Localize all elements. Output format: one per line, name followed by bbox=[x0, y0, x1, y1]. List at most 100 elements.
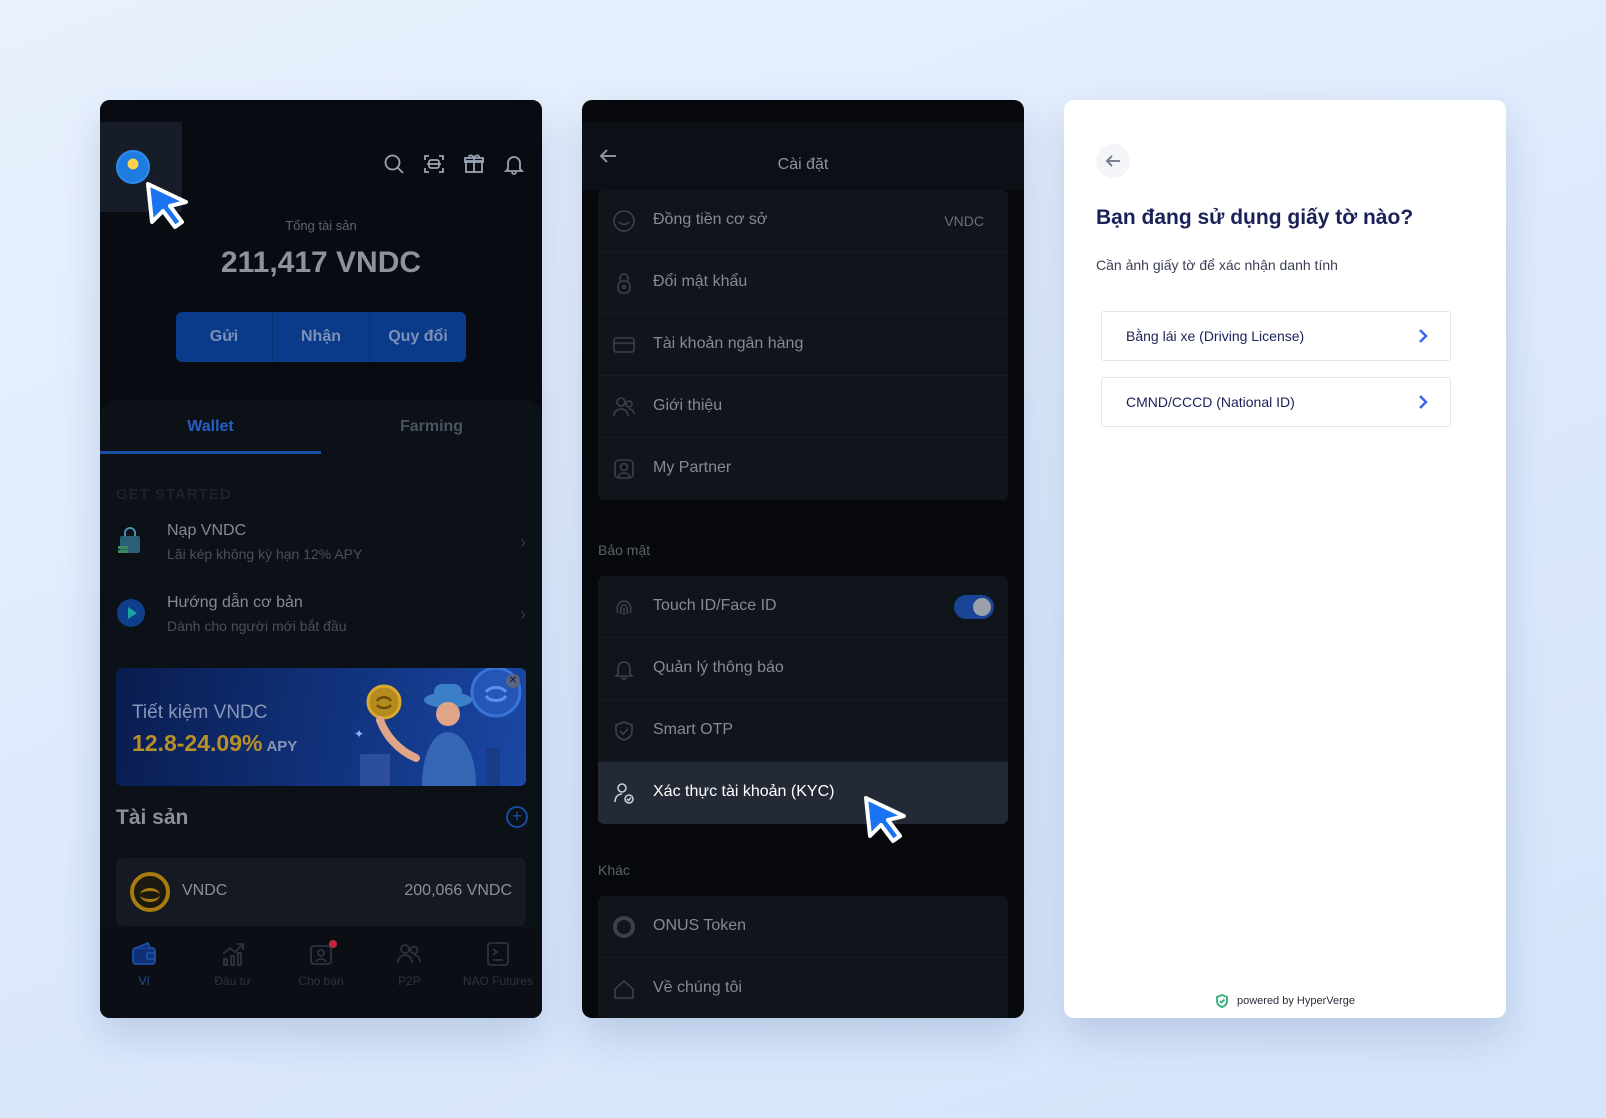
add-asset-icon[interactable]: + bbox=[506, 806, 528, 828]
national-id-option[interactable]: CMND/CCCD (National ID) bbox=[1101, 377, 1451, 427]
powered-by-text: powered by HyperVerge bbox=[1236, 995, 1355, 1007]
lock-icon bbox=[612, 271, 636, 295]
action-button-group: Gửi Nhận Quy đổi bbox=[176, 312, 466, 362]
bell-icon[interactable] bbox=[500, 150, 528, 178]
settings-item-label: Về chúng tôi bbox=[653, 979, 742, 996]
nav-label: NAO Futures bbox=[462, 974, 533, 988]
vndc-coin-icon bbox=[130, 872, 170, 912]
settings-item-kyc[interactable]: Xác thực tài khoản (KYC) bbox=[598, 762, 1008, 824]
chevron-right-icon: › bbox=[520, 604, 526, 624]
nav-label: P2P bbox=[398, 974, 421, 988]
avatar[interactable] bbox=[116, 150, 150, 184]
nav-for-you[interactable]: Cho bạn bbox=[277, 930, 365, 1018]
nav-label: Cho bạn bbox=[298, 974, 344, 988]
settings-item-my-partner[interactable]: My Partner bbox=[598, 438, 1008, 500]
settings-item-smart-otp[interactable]: Smart OTP bbox=[598, 700, 1008, 762]
cursor-pointer-icon bbox=[142, 180, 192, 230]
nav-p2p[interactable]: P2P bbox=[365, 930, 453, 1018]
settings-screen: Cài đặt Đồng tiền cơ sở VNDC Đổi mật khẩ… bbox=[582, 100, 1024, 1018]
tab-farming[interactable]: Farming bbox=[321, 414, 542, 454]
kyc-screen: Bạn đang sử dụng giấy tờ nào? Cần ảnh gi… bbox=[1064, 100, 1506, 1018]
total-assets-value: 211,417 VNDC bbox=[220, 246, 422, 279]
banner-rate-value: 12.8-24.09% bbox=[132, 730, 263, 756]
general-settings-group: Đồng tiền cơ sở VNDC Đổi mật khẩu Tài kh… bbox=[598, 190, 1008, 500]
settings-item-about-us[interactable]: Về chúng tôi bbox=[598, 958, 1008, 1018]
security-settings-group: Touch ID/Face ID Quản lý thông báo Smart… bbox=[598, 576, 1008, 824]
savings-banner[interactable]: ✦ Tiết kiệm VNDC 12.8-24.09% APY ✕ bbox=[116, 668, 526, 786]
settings-item-touch-id[interactable]: Touch ID/Face ID bbox=[598, 576, 1008, 638]
scan-icon[interactable] bbox=[420, 150, 448, 178]
exchange-button[interactable]: Quy đổi bbox=[369, 312, 466, 362]
referral-icon bbox=[612, 395, 636, 419]
shield-icon bbox=[612, 719, 636, 743]
back-arrow-icon[interactable] bbox=[1096, 144, 1130, 178]
cursor-pointer-icon bbox=[860, 794, 910, 844]
settings-item-referral[interactable]: Giới thiệu bbox=[598, 376, 1008, 438]
settings-item-label: Xác thực tài khoản (KYC) bbox=[653, 783, 835, 800]
page-subtitle: Cần ảnh giấy tờ để xác nhận danh tính bbox=[1096, 257, 1338, 273]
assets-title: Tài sản bbox=[116, 806, 189, 829]
card-icon bbox=[612, 333, 636, 357]
driving-license-option[interactable]: Bằng lái xe (Driving License) bbox=[1101, 311, 1451, 361]
shopping-bag-icon bbox=[116, 526, 146, 556]
gift-icon[interactable] bbox=[460, 150, 488, 178]
list-item-title: Nạp VNDC bbox=[167, 522, 247, 539]
settings-item-notifications[interactable]: Quản lý thông báo bbox=[598, 638, 1008, 700]
settings-item-change-password[interactable]: Đổi mật khẩu bbox=[598, 252, 1008, 314]
banner-rate: 12.8-24.09% APY bbox=[132, 730, 297, 757]
terminal-icon bbox=[486, 942, 509, 966]
nav-label: Đầu tư bbox=[214, 974, 251, 988]
nav-nao-futures[interactable]: NAO Futures bbox=[454, 930, 542, 1018]
fingerprint-icon bbox=[612, 595, 636, 619]
option-label: CMND/CCCD (National ID) bbox=[1126, 394, 1295, 410]
users-icon bbox=[397, 944, 422, 964]
banner-illustration: ✦ bbox=[346, 668, 526, 786]
settings-item-label: Touch ID/Face ID bbox=[653, 597, 777, 614]
chevron-right-icon bbox=[1416, 326, 1430, 346]
search-icon[interactable] bbox=[380, 150, 408, 178]
token-icon bbox=[612, 915, 636, 939]
option-label: Bằng lái xe (Driving License) bbox=[1126, 328, 1305, 344]
settings-item-label: Tài khoản ngân hàng bbox=[653, 335, 804, 352]
page-title: Cài đặt bbox=[777, 156, 829, 173]
asset-value: 200,066 VNDC bbox=[404, 882, 512, 899]
settings-item-base-currency[interactable]: Đồng tiền cơ sở VNDC bbox=[598, 190, 1008, 252]
other-settings-group: ONUS Token Về chúng tôi bbox=[598, 896, 1008, 1018]
wallet-icon bbox=[132, 941, 157, 965]
nav-invest[interactable]: Đầu tư bbox=[188, 930, 276, 1018]
banner-apy: APY bbox=[266, 738, 298, 755]
settings-item-label: Đồng tiền cơ sở bbox=[653, 211, 768, 228]
send-button[interactable]: Gửi bbox=[176, 312, 272, 362]
list-item-subtitle: Lãi kép không kỳ hạn 12% APY bbox=[167, 546, 363, 562]
partner-icon bbox=[612, 457, 636, 481]
list-item-subtitle: Dành cho người mới bắt đầu bbox=[167, 618, 347, 634]
bell-icon bbox=[612, 657, 636, 681]
asset-row[interactable]: VNDC 200,066 VNDC bbox=[116, 858, 526, 926]
tab-wallet[interactable]: Wallet bbox=[100, 414, 321, 454]
close-icon[interactable]: ✕ bbox=[506, 674, 520, 688]
page-title: Bạn đang sử dụng giấy tờ nào? bbox=[1096, 206, 1414, 229]
other-section-label: Khác bbox=[598, 862, 630, 878]
chart-icon bbox=[222, 943, 244, 966]
chevron-right-icon bbox=[1416, 392, 1430, 412]
powered-by-footer: powered by HyperVerge bbox=[1064, 994, 1506, 1008]
settings-item-label: My Partner bbox=[653, 459, 732, 476]
bottom-nav: Ví Đầu tư Cho bạn P2P NAO Futures bbox=[100, 930, 542, 1018]
settings-item-label: ONUS Token bbox=[653, 917, 747, 934]
settings-item-onus-token[interactable]: ONUS Token bbox=[598, 896, 1008, 958]
touch-id-toggle[interactable] bbox=[954, 595, 994, 619]
wallet-header: Tổng tài sản 211,417 VNDC Gửi Nhận Quy đ… bbox=[100, 100, 542, 400]
nav-label: Ví bbox=[138, 974, 150, 988]
nav-wallet[interactable]: Ví bbox=[100, 930, 188, 1018]
receive-button[interactable]: Nhận bbox=[272, 312, 369, 362]
list-item-deposit[interactable]: Nạp VNDC Lãi kép không kỳ hạn 12% APY › bbox=[116, 518, 526, 572]
list-item-guide[interactable]: Hướng dẫn cơ bản Dành cho người mới bắt … bbox=[116, 590, 526, 644]
svg-text:✦: ✦ bbox=[354, 727, 364, 741]
settings-item-label: Giới thiệu bbox=[653, 397, 723, 414]
coin-icon bbox=[612, 209, 636, 233]
user-check-icon bbox=[612, 781, 636, 805]
get-started-label: GET STARTED bbox=[116, 486, 232, 503]
wallet-tabs: Wallet Farming bbox=[100, 414, 542, 454]
banner-title: Tiết kiệm VNDC bbox=[132, 702, 268, 723]
settings-item-bank-account[interactable]: Tài khoản ngân hàng bbox=[598, 314, 1008, 376]
